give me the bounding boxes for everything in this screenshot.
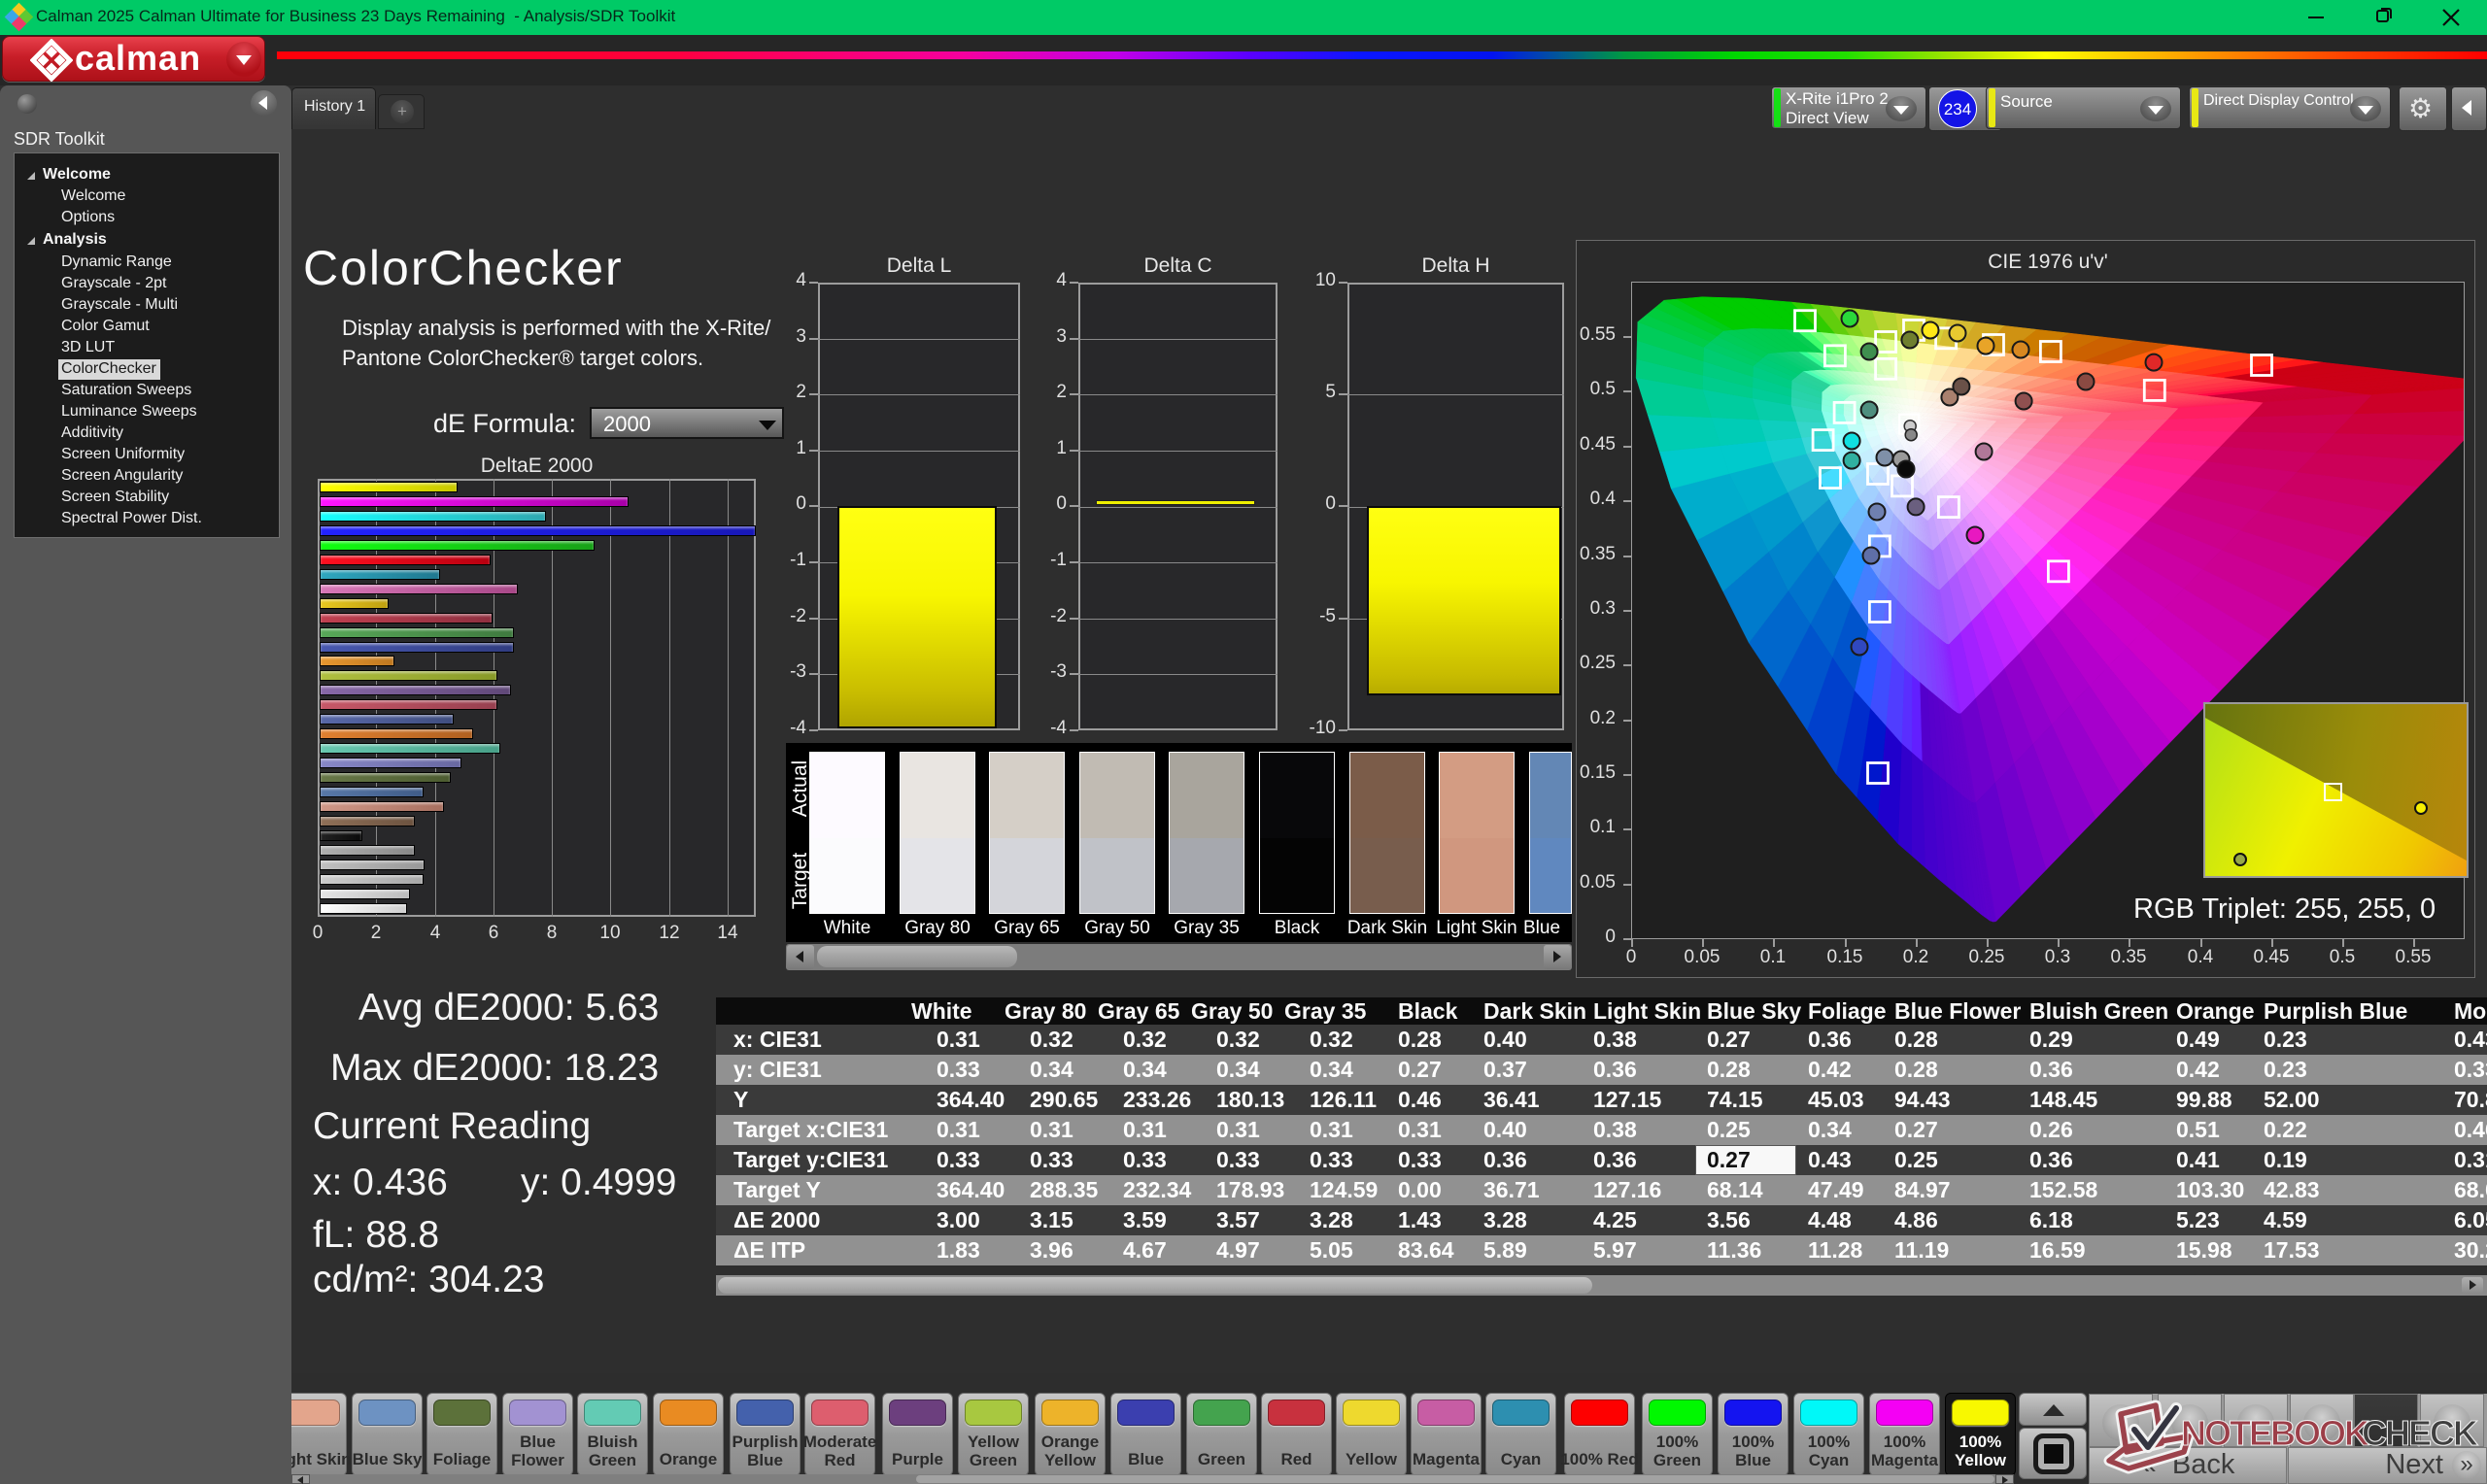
svg-text:CHECK: CHECK bbox=[2362, 1413, 2478, 1453]
svg-text:NOTEBOOK: NOTEBOOK bbox=[2181, 1413, 2369, 1453]
